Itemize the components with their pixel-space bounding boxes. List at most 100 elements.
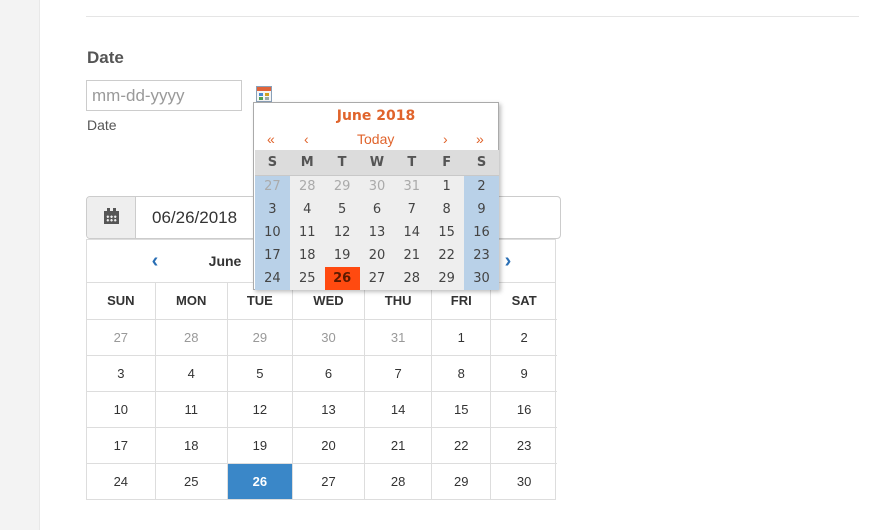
calendar-day-cell[interactable]: 10 — [87, 390, 156, 428]
calendar-addon-button[interactable] — [87, 197, 136, 238]
calendar-day-cell[interactable]: 13 — [291, 390, 366, 428]
popup-weekday-header: T — [324, 150, 360, 176]
popup-day-cell[interactable]: 7 — [394, 198, 430, 221]
popup-day-cell[interactable]: 1 — [429, 175, 465, 198]
calendar-trigger-icon[interactable] — [256, 86, 272, 102]
popup-day-cell[interactable]: 29 — [429, 267, 465, 290]
calendar-day-cell[interactable]: 22 — [431, 426, 492, 464]
calendar-day-cell[interactable]: 20 — [291, 426, 366, 464]
popup-day-cell[interactable]: 29 — [324, 175, 360, 198]
popup-day-cell[interactable]: 24 — [255, 267, 290, 290]
calendar-day-cell[interactable]: 28 — [154, 318, 228, 356]
popup-nav: « ‹ Today › » — [254, 131, 498, 149]
prev-year-button[interactable]: « — [267, 131, 275, 147]
calendar-day-cell[interactable]: 14 — [364, 390, 433, 428]
popup-day-cell[interactable]: 8 — [429, 198, 465, 221]
popup-day-cell[interactable]: 28 — [289, 175, 325, 198]
calendar-day-cell[interactable]: 27 — [87, 318, 156, 356]
popup-day-cell[interactable]: 5 — [324, 198, 360, 221]
popup-day-cell[interactable]: 30 — [359, 175, 395, 198]
popup-day-cell[interactable]: 3 — [255, 198, 290, 221]
popup-day-cell[interactable]: 4 — [289, 198, 325, 221]
popup-day-cell[interactable]: 26 — [324, 267, 360, 290]
popup-week-row: 10 11 12 13 14 15 16 — [255, 221, 499, 244]
calendar-day-cell[interactable]: 30 — [490, 462, 557, 499]
popup-day-cell[interactable]: 14 — [394, 221, 430, 244]
calendar-day-cell[interactable]: 30 — [291, 318, 366, 356]
calendar-day-cell[interactable]: 16 — [490, 390, 557, 428]
calendar-day-cell[interactable]: 24 — [87, 462, 156, 499]
calendar-day-cell[interactable]: 25 — [154, 462, 228, 499]
next-month-chevron-icon[interactable]: › — [500, 250, 516, 272]
calendar-day-cell[interactable]: 1 — [431, 318, 492, 356]
popup-day-cell[interactable]: 27 — [359, 267, 395, 290]
calendar-week-row: 27 28 29 30 31 1 2 — [87, 318, 557, 356]
calendar-day-cell[interactable]: 2 — [490, 318, 557, 356]
calendar-day-cell[interactable]: 18 — [154, 426, 228, 464]
popup-month-title: June 2018 — [336, 108, 416, 124]
popup-calendar-grid: SMTWTFS 27 28 29 30 31 1 2 3 4 5 6 7 8 9 10 11 12 13 14 15 1… — [255, 150, 499, 290]
popup-day-cell[interactable]: 19 — [324, 244, 360, 267]
popup-day-cell[interactable]: 23 — [464, 244, 499, 267]
popup-day-cell[interactable]: 21 — [394, 244, 430, 267]
weekday-header: SAT — [490, 283, 557, 320]
calendar-day-cell[interactable]: 8 — [431, 354, 492, 392]
popup-weekday-header: W — [359, 150, 395, 176]
popup-weekday-header: S — [464, 150, 499, 176]
popup-day-cell[interactable]: 12 — [324, 221, 360, 244]
calendar-day-cell[interactable]: 7 — [364, 354, 433, 392]
calendar-day-cell[interactable]: 5 — [226, 354, 293, 392]
next-month-button[interactable]: › — [443, 131, 448, 147]
popup-week-row: 17 18 19 20 21 22 23 — [255, 244, 499, 267]
today-button[interactable]: Today — [357, 131, 394, 147]
popup-calendar: June 2018 « ‹ Today › » SMTWTFS 27 28 29 30… — [253, 102, 499, 290]
popup-day-cell[interactable]: 16 — [464, 221, 499, 244]
calendar-week-row: 10 11 12 13 14 15 16 — [87, 390, 557, 428]
calendar-day-cell[interactable]: 9 — [490, 354, 557, 392]
popup-day-cell[interactable]: 22 — [429, 244, 465, 267]
calendar-day-cell[interactable]: 27 — [291, 462, 366, 499]
popup-weekday-header: S — [255, 150, 290, 176]
popup-week-row: 3456789 — [255, 198, 499, 221]
calendar-day-cell[interactable]: 17 — [87, 426, 156, 464]
popup-day-cell[interactable]: 15 — [429, 221, 465, 244]
popup-day-cell[interactable]: 6 — [359, 198, 395, 221]
popup-day-cell[interactable]: 20 — [359, 244, 395, 267]
popup-day-cell[interactable]: 31 — [394, 175, 430, 198]
calendar-day-cell[interactable]: 29 — [226, 318, 293, 356]
popup-day-cell[interactable]: 30 — [464, 267, 499, 290]
popup-day-cell[interactable]: 25 — [289, 267, 325, 290]
popup-day-cell[interactable]: 11 — [289, 221, 325, 244]
calendar-day-cell[interactable]: 4 — [154, 354, 228, 392]
popup-weekday-header: M — [289, 150, 325, 176]
calendar-day-cell[interactable]: 28 — [364, 462, 433, 499]
calendar-day-cell[interactable]: 29 — [431, 462, 492, 499]
calendar-day-cell[interactable]: 6 — [291, 354, 366, 392]
calendar-day-cell[interactable]: 26 — [226, 462, 293, 499]
calendar-day-cell[interactable]: 15 — [431, 390, 492, 428]
calendar-grid: SUN MON TUE WED THU FRI SAT 27 28 29 30 31 1 2 3 4 5 6 7 8… — [87, 283, 557, 499]
prev-month-button[interactable]: ‹ — [304, 131, 309, 147]
popup-day-cell[interactable]: 27 — [255, 175, 290, 198]
popup-day-cell[interactable]: 10 — [255, 221, 290, 244]
calendar-day-cell[interactable]: 31 — [364, 318, 433, 356]
popup-day-cell[interactable]: 9 — [464, 198, 499, 221]
popup-day-cell[interactable]: 18 — [289, 244, 325, 267]
popup-day-cell[interactable]: 17 — [255, 244, 290, 267]
popup-day-cell[interactable]: 13 — [359, 221, 395, 244]
calendar-week-row: 3456789 — [87, 354, 557, 392]
calendar-day-cell[interactable]: 11 — [154, 390, 228, 428]
calendar-day-cell[interactable]: 3 — [87, 354, 156, 392]
calendar-day-cell[interactable]: 21 — [364, 426, 433, 464]
date-text-input[interactable] — [86, 80, 242, 111]
date-sublabel: Date — [87, 117, 117, 133]
calendar-day-cell[interactable]: 12 — [226, 390, 293, 428]
next-year-button[interactable]: » — [476, 131, 484, 147]
popup-day-cell[interactable]: 28 — [394, 267, 430, 290]
popup-week-row: 27 28 29 30 31 1 2 — [255, 175, 499, 198]
popup-day-cell[interactable]: 2 — [464, 175, 499, 198]
calendar-day-cell[interactable]: 23 — [490, 426, 557, 464]
popup-week-row: 24 25 26 27 28 29 30 — [255, 267, 499, 290]
popup-weekday-header: F — [429, 150, 465, 176]
calendar-day-cell[interactable]: 19 — [226, 426, 293, 464]
